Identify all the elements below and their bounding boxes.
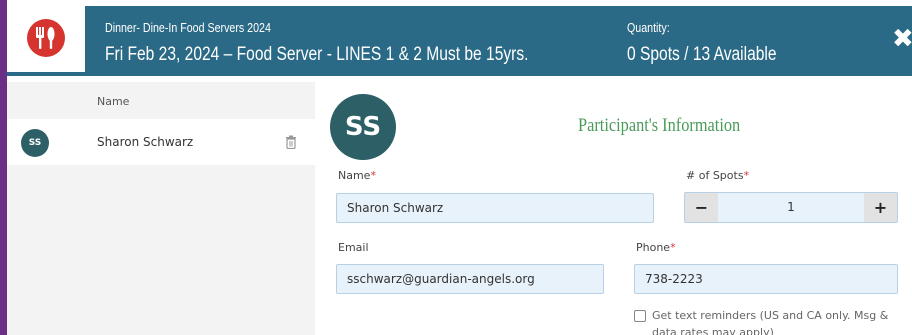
spots-label-text: # of Spots (686, 169, 744, 182)
spots-label: # of Spots* (686, 169, 749, 182)
participant-sidebar: Name SS Sharon Schwarz (7, 82, 315, 335)
avatar: SS (21, 129, 49, 157)
quantity-label: Quantity: (627, 20, 670, 35)
required-mark: * (670, 241, 676, 254)
decrement-button[interactable]: − (685, 193, 718, 222)
phone-label-text: Phone (636, 241, 671, 254)
name-label-text: Name (338, 169, 371, 182)
quantity-value: 0 Spots / 13 Available (627, 44, 777, 65)
event-logo (7, 4, 85, 72)
event-header: Dinner- Dine-In Food Servers 2024 Fri Fe… (7, 6, 912, 76)
phone-field[interactable]: 738-2223 (634, 264, 898, 294)
accent-strip (0, 0, 7, 335)
required-mark: * (743, 169, 750, 182)
text-reminder-label: Get text reminders (US and CA only. Msg … (652, 309, 889, 335)
close-icon[interactable]: ✖ (892, 26, 912, 52)
utensils-icon (27, 19, 65, 57)
participant-avatar: SS (330, 94, 396, 160)
event-subtitle: Fri Feb 23, 2024 – Food Server - LINES 1… (105, 44, 529, 65)
required-mark: * (370, 169, 376, 182)
spots-value[interactable]: 1 (718, 193, 864, 222)
name-field[interactable]: Sharon Schwarz (336, 193, 654, 223)
text-reminder-checkbox[interactable] (634, 310, 646, 322)
spots-stepper: − 1 + (684, 192, 898, 223)
name-label: Name* (338, 169, 376, 182)
participant-row[interactable]: SS Sharon Schwarz (7, 119, 315, 165)
event-title: Dinner- Dine-In Food Servers 2024 (105, 20, 271, 35)
trash-icon[interactable] (285, 134, 297, 150)
section-title: Participant's Information (578, 115, 741, 136)
sidebar-column-header: Name (97, 95, 130, 108)
phone-label: Phone* (636, 241, 676, 254)
email-field[interactable]: sschwarz@guardian-angels.org (336, 264, 604, 294)
increment-button[interactable]: + (864, 193, 897, 222)
participant-name: Sharon Schwarz (97, 135, 194, 149)
email-label: Email (338, 241, 369, 254)
